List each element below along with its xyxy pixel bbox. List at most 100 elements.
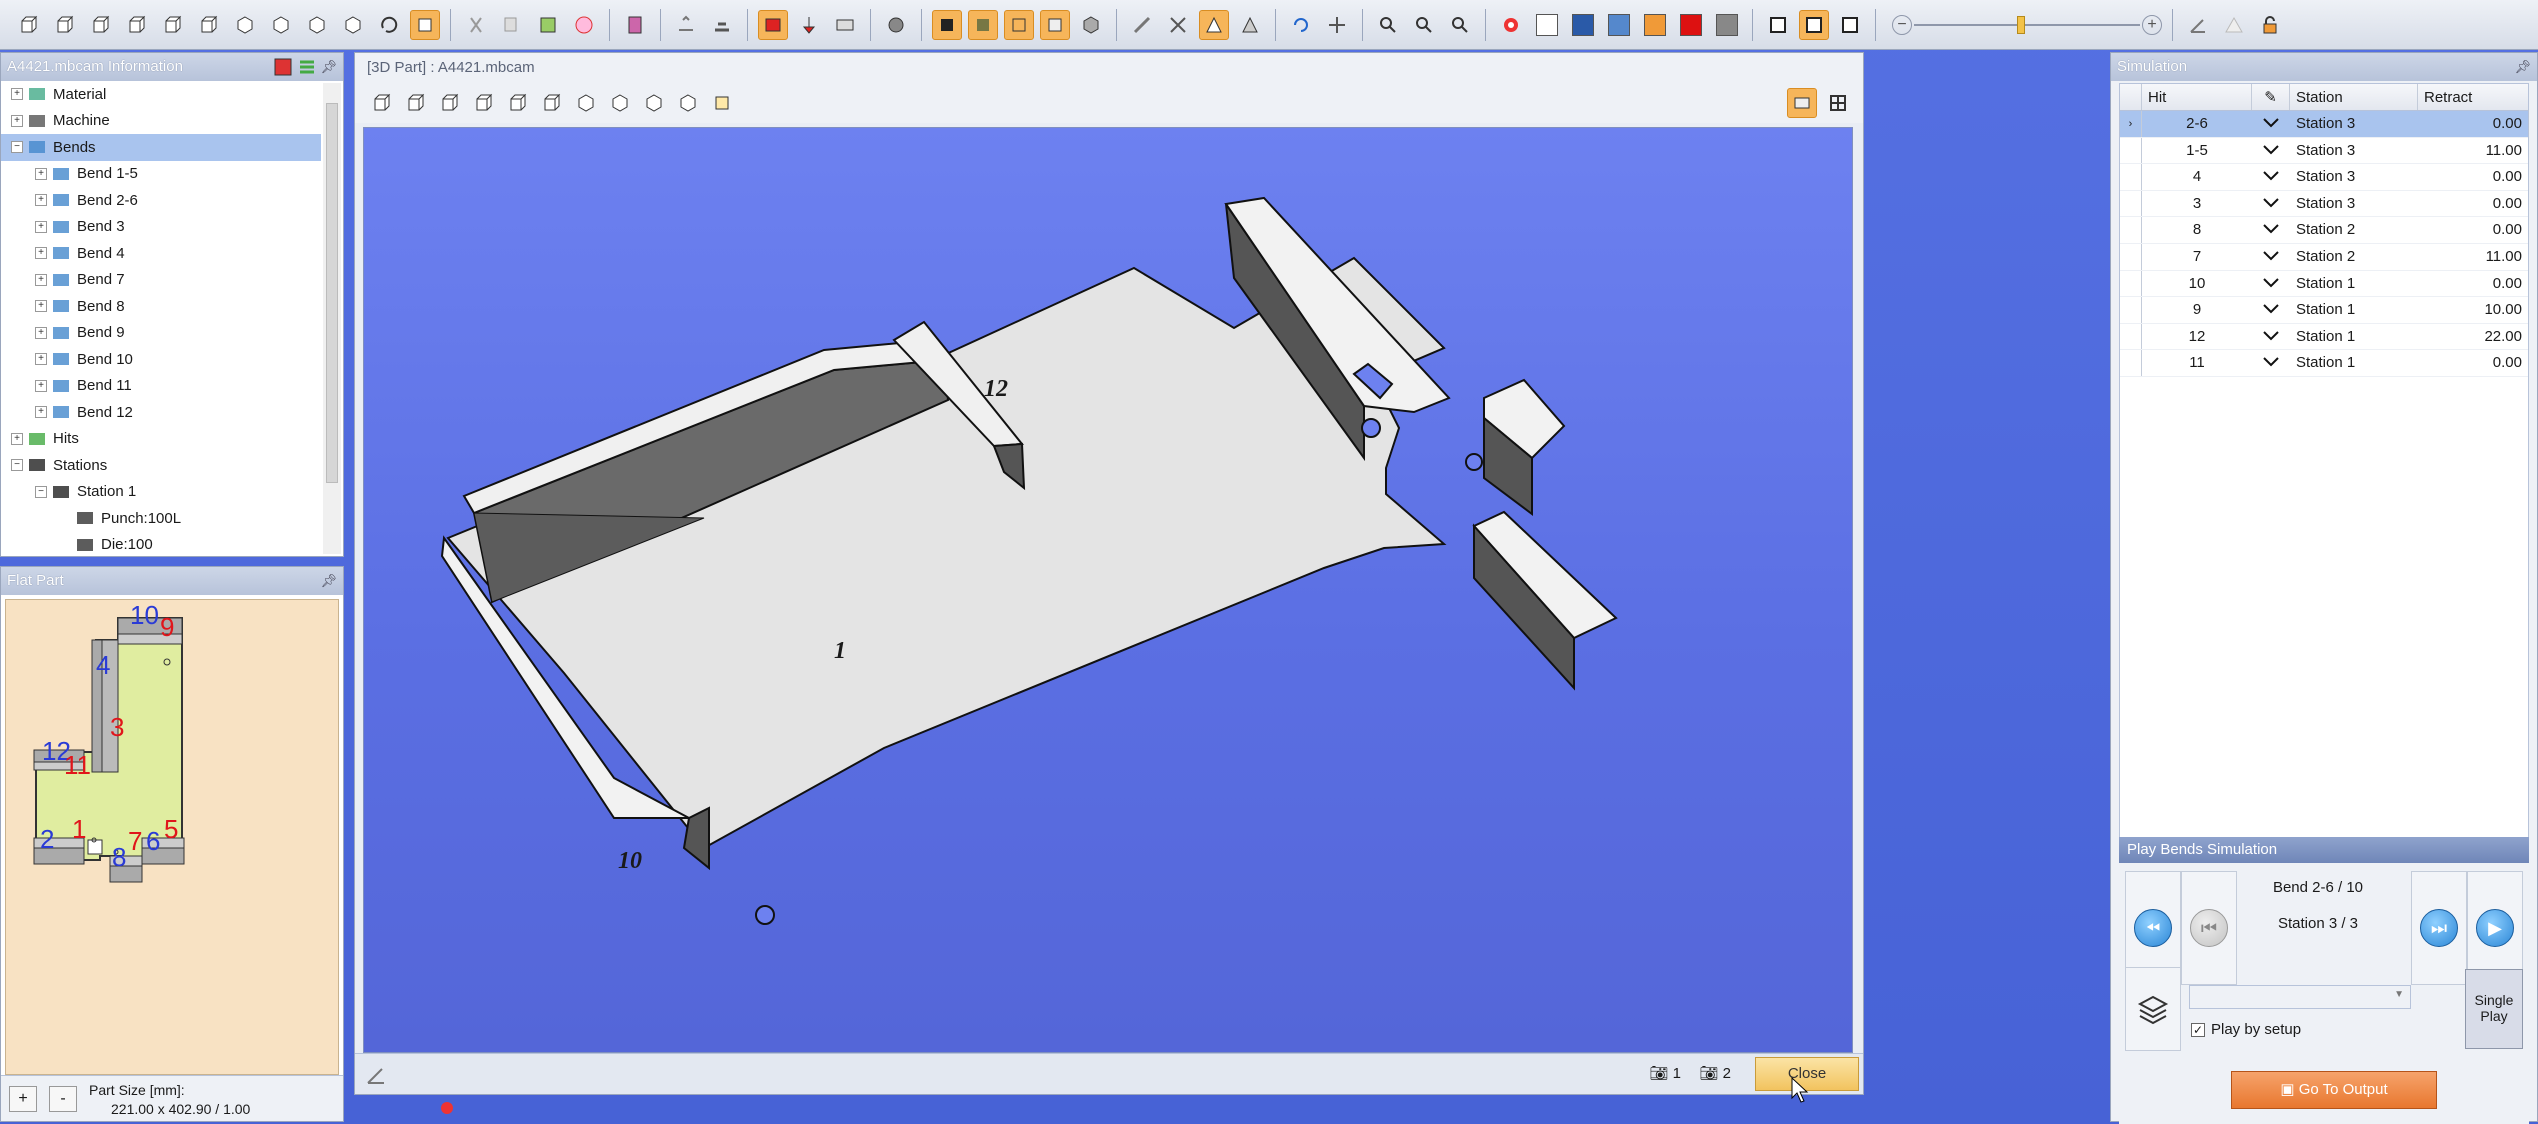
chevron-down-icon[interactable] <box>2252 244 2290 270</box>
flat-part-view[interactable]: 10 4 12 2 6 8 9 3 11 1 5 7 <box>5 599 339 1075</box>
frame-view1-icon[interactable] <box>1763 10 1793 40</box>
tree-scrollbar[interactable] <box>323 83 341 554</box>
record-icon[interactable] <box>1496 10 1526 40</box>
tree-item[interactable]: + Material <box>1 81 321 108</box>
view-top-icon[interactable] <box>158 10 188 40</box>
camera-2-button[interactable]: 📷︎ 2 <box>1700 1064 1731 1083</box>
expand-icon[interactable]: + <box>35 194 47 207</box>
view-right-icon[interactable] <box>122 10 152 40</box>
render-box-icon[interactable] <box>1076 10 1106 40</box>
layers-button[interactable] <box>2125 967 2181 1051</box>
color-orange-swatch[interactable] <box>1640 10 1670 40</box>
edit-column-icon[interactable]: ✎ <box>2252 84 2290 110</box>
expand-icon[interactable]: + <box>11 88 23 101</box>
zoom-in-button[interactable]: + <box>9 1086 37 1112</box>
color-navy-swatch[interactable] <box>1568 10 1598 40</box>
chevron-down-icon[interactable] <box>2252 297 2290 323</box>
view-bottom-icon[interactable] <box>537 88 567 118</box>
tree-item[interactable]: Die:100 <box>1 532 321 557</box>
tree-item[interactable]: + Machine <box>1 108 321 135</box>
section-icon[interactable] <box>1163 10 1193 40</box>
table-row[interactable]: 9 Station 1 10.00 <box>2120 297 2528 324</box>
table-row[interactable]: 1-5 Station 3 11.00 <box>2120 137 2528 165</box>
chevron-down-icon[interactable] <box>2252 350 2290 376</box>
table-row[interactable]: 12 Station 1 22.00 <box>2120 323 2528 351</box>
machine-setup-icon[interactable] <box>758 9 788 40</box>
tree-item[interactable]: + Bend 10 <box>1 346 321 373</box>
go-to-output-button[interactable]: ▣ Go To Output <box>2231 1071 2437 1109</box>
view-bottom-icon[interactable] <box>194 10 224 40</box>
column-hit[interactable]: Hit <box>2142 84 2252 110</box>
tree-item[interactable]: − Station 1 <box>1 479 321 506</box>
row-header[interactable] <box>2120 270 2142 297</box>
tree-item[interactable]: + Bend 8 <box>1 293 321 320</box>
tree-item[interactable]: + Bend 7 <box>1 267 321 294</box>
chevron-down-icon[interactable] <box>2252 164 2290 190</box>
table-row[interactable]: 8 Station 2 0.00 <box>2120 217 2528 244</box>
error-icon[interactable] <box>569 10 599 40</box>
collapse-icon[interactable]: − <box>35 485 47 498</box>
tree-scrollbar-thumb[interactable] <box>326 103 338 483</box>
tree-item[interactable]: − Stations <box>1 452 321 479</box>
expand-icon[interactable]: + <box>11 114 23 127</box>
chevron-down-icon[interactable] <box>2252 271 2290 297</box>
rotate-icon[interactable] <box>1286 10 1316 40</box>
color-gray-swatch[interactable] <box>1712 10 1742 40</box>
zoom-minus-icon[interactable]: − <box>1892 14 1912 35</box>
punch-tool-icon[interactable] <box>794 10 824 40</box>
collapse-icon[interactable]: − <box>11 141 23 154</box>
zoom-slider[interactable]: − + <box>1892 10 2162 40</box>
row-header[interactable] <box>2120 297 2142 323</box>
collision2-icon[interactable] <box>1235 10 1265 40</box>
view-back-icon[interactable] <box>401 88 431 118</box>
tree-item[interactable]: + Bend 4 <box>1 240 321 267</box>
play-by-setup-option[interactable]: ✓ Play by setup <box>2191 1021 2301 1038</box>
zoom-slider-thumb[interactable] <box>2017 15 2025 34</box>
play-button[interactable]: ▶︎ <box>2467 871 2523 985</box>
tooling-icon[interactable] <box>620 10 650 40</box>
view-iso2-icon[interactable] <box>605 88 635 118</box>
row-header[interactable] <box>2120 164 2142 190</box>
zoom-out-button[interactable]: - <box>49 1086 77 1112</box>
color-blue-swatch[interactable] <box>1604 10 1634 40</box>
chevron-down-icon[interactable] <box>2252 111 2290 137</box>
table-row[interactable]: 3 Station 3 0.00 <box>2120 190 2528 218</box>
tree-item[interactable]: + Hits <box>1 426 321 453</box>
view-iso1-icon[interactable] <box>571 88 601 118</box>
tree-item[interactable]: + Bend 9 <box>1 320 321 347</box>
view-front-icon[interactable] <box>367 88 397 118</box>
row-header[interactable] <box>2120 190 2142 217</box>
step-forward-button[interactable]: ⏭︎ <box>2411 871 2467 985</box>
view-iso4-icon[interactable] <box>673 88 703 118</box>
tree-item[interactable]: + Bend 3 <box>1 214 321 241</box>
color-white-swatch[interactable] <box>1532 10 1562 40</box>
view-right-icon[interactable] <box>469 88 499 118</box>
expand-icon[interactable]: + <box>35 353 47 366</box>
single-play-button[interactable]: Single Play <box>2465 969 2523 1049</box>
view-iso3-icon[interactable] <box>639 88 669 118</box>
table-row[interactable]: › 2-6 Station 3 0.00 <box>2120 111 2528 138</box>
tree-item[interactable]: Punch:100L <box>1 505 321 532</box>
lock-icon[interactable] <box>2255 10 2285 40</box>
copy-icon[interactable] <box>497 10 527 40</box>
fit-part-icon[interactable] <box>410 9 440 40</box>
3d-viewport[interactable]: 12 1 10 <box>363 127 1853 1053</box>
zoom-window-icon[interactable] <box>1373 10 1403 40</box>
row-header[interactable] <box>2120 323 2142 350</box>
row-header[interactable] <box>2120 137 2142 164</box>
measure-footer-icon[interactable] <box>365 1064 387 1090</box>
layout-icon[interactable] <box>1823 88 1853 118</box>
row-header[interactable] <box>2120 350 2142 376</box>
view-iso1-icon[interactable] <box>230 10 260 40</box>
collision-icon[interactable] <box>1199 9 1229 40</box>
view-front-icon[interactable] <box>14 10 44 40</box>
zoom-out-icon[interactable] <box>1445 10 1475 40</box>
expand-icon[interactable]: + <box>35 273 47 286</box>
bend-order-icon[interactable] <box>707 10 737 40</box>
pin-icon[interactable]: 📌︎ <box>2514 53 2531 81</box>
chevron-down-icon[interactable] <box>2252 217 2290 243</box>
material-tool-icon[interactable] <box>533 10 563 40</box>
pin-icon[interactable]: 📌︎ <box>320 53 337 81</box>
shading-icon[interactable] <box>1787 88 1817 118</box>
view-iso2-icon[interactable] <box>266 10 296 40</box>
